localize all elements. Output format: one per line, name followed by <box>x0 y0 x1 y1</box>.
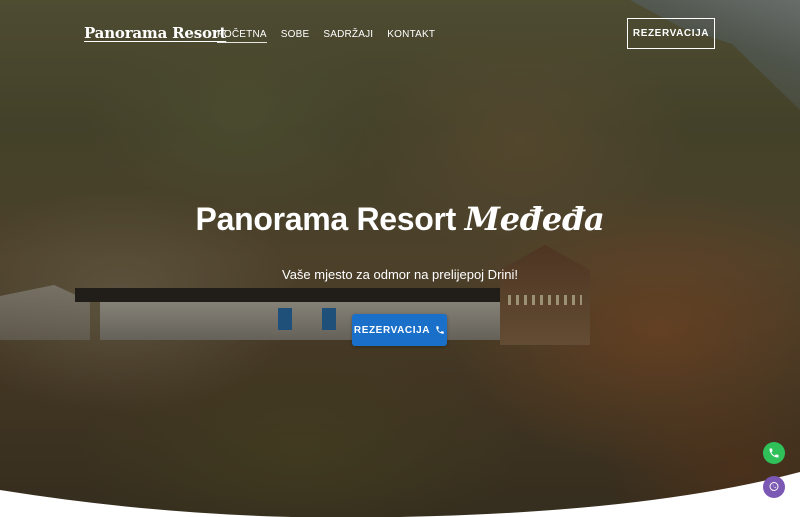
hero-title-main: Panorama Resort <box>195 201 457 237</box>
header-reservation-button[interactable]: REZERVACIJA <box>627 18 715 49</box>
whatsapp-call-button[interactable] <box>763 442 785 464</box>
viber-call-button[interactable] <box>763 476 785 498</box>
hero-overlay <box>0 0 800 517</box>
hero-reservation-button[interactable]: REZERVACIJA <box>352 314 447 346</box>
site-logo[interactable]: Panorama Resort <box>84 24 226 42</box>
hero-reservation-label: REZERVACIJA <box>353 324 431 336</box>
phone-icon <box>436 326 444 334</box>
viber-icon <box>769 482 779 491</box>
bottom-curve-divider <box>0 472 800 517</box>
hero-title: Panorama Resort Međeđa <box>0 200 800 238</box>
top-navigation: Panorama Resort POČETNA SOBE SADRŽAJI KO… <box>0 0 800 70</box>
main-menu: POČETNA SOBE SADRŽAJI KONTAKT <box>217 29 435 43</box>
hero-subtitle: Vaše mjesto za odmor na prelijepoj Drini… <box>281 267 519 282</box>
hero-title-accent: Međeđa <box>464 200 605 238</box>
phone-icon <box>769 448 779 458</box>
hero-section: Panorama Resort POČETNA SOBE SADRŽAJI KO… <box>0 0 800 517</box>
nav-item-sobe[interactable]: SOBE <box>281 29 310 43</box>
nav-item-kontakt[interactable]: KONTAKT <box>387 29 435 43</box>
nav-item-sadrzaji[interactable]: SADRŽAJI <box>323 29 373 43</box>
nav-item-pocetna[interactable]: POČETNA <box>217 29 267 43</box>
